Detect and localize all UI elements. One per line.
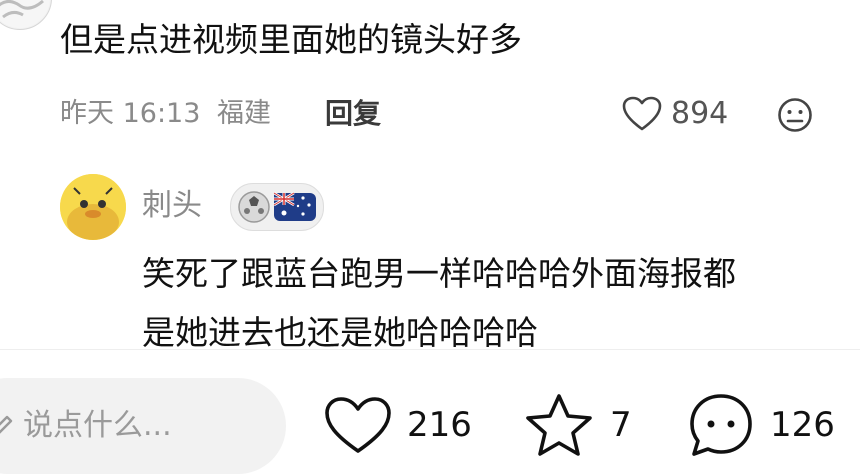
emoji-reaction-icon[interactable] — [777, 97, 813, 133]
favorite-count: 7 — [610, 405, 632, 445]
avatar[interactable] — [60, 174, 126, 240]
like-count: 216 — [407, 405, 472, 445]
input-placeholder: 说点什么... — [23, 408, 172, 443]
heart-icon — [325, 397, 391, 453]
comment-input[interactable]: 说点什么... — [0, 378, 286, 474]
pencil-icon — [0, 412, 14, 442]
comment-text: 但是点进视频里面她的镜头好多 — [60, 20, 522, 59]
comment-location: 福建 — [217, 98, 271, 129]
avatar[interactable] — [0, 0, 52, 30]
heart-icon[interactable] — [622, 96, 662, 132]
comment-time: 昨天 16:13 — [60, 98, 201, 129]
comment-button[interactable] — [687, 391, 755, 459]
comment-bubble-icon — [690, 394, 752, 456]
favorite-button[interactable] — [523, 392, 595, 458]
user-badge[interactable] — [230, 183, 324, 231]
comment-meta: 昨天 16:13 福建 — [60, 94, 271, 134]
reply-button[interactable]: 回复 — [325, 94, 381, 134]
comment-count: 126 — [770, 405, 835, 445]
like-button[interactable] — [323, 395, 393, 457]
divider — [0, 349, 860, 350]
comment-text-line-1: 笑死了跟蓝台跑男一样哈哈哈外面海报都 — [142, 254, 736, 293]
username[interactable]: 刺头 — [142, 186, 202, 226]
like-count: 894 — [671, 96, 729, 131]
star-icon — [526, 394, 592, 456]
